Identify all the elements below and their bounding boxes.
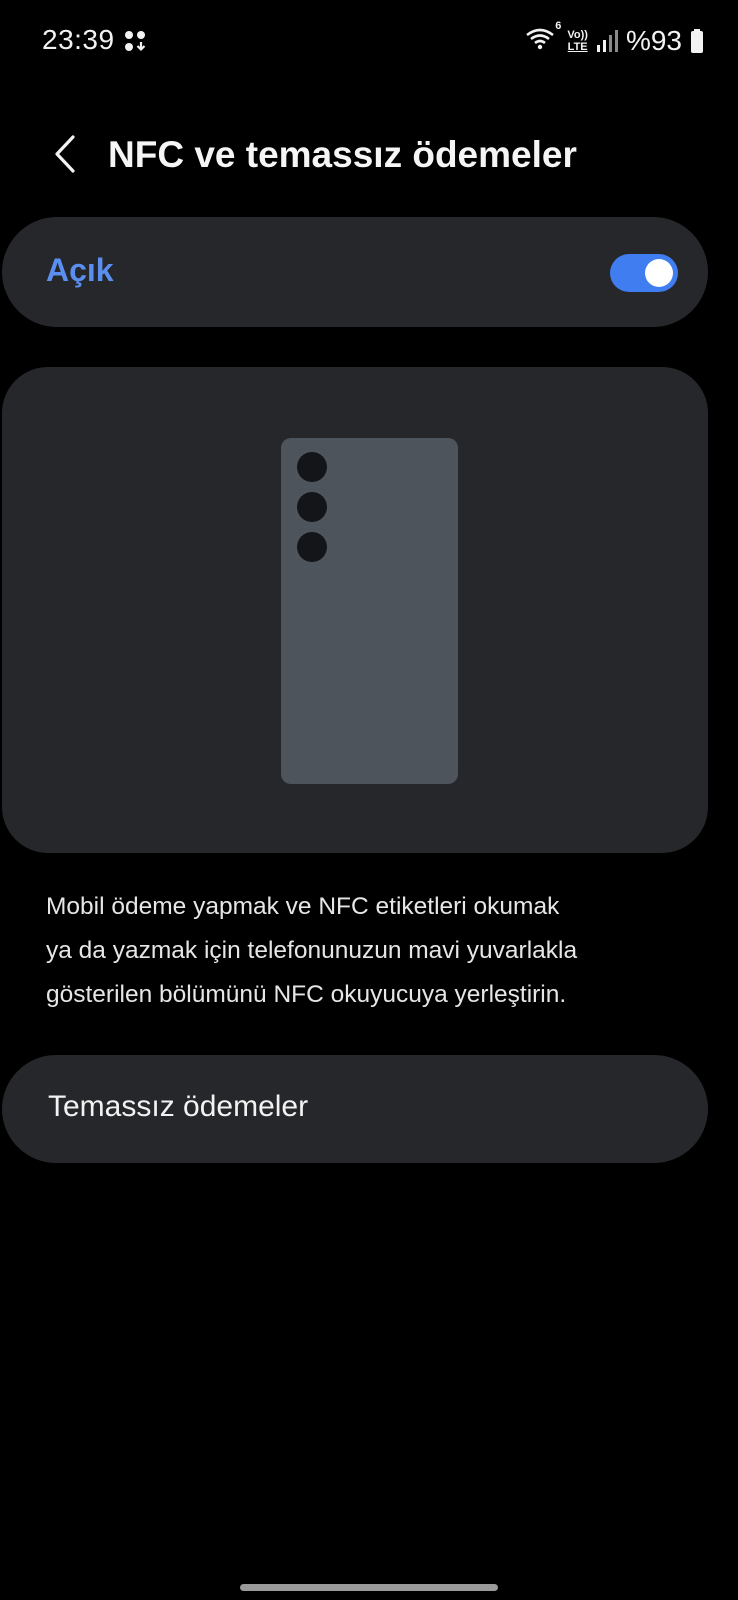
status-icons: 6 Vo)) LTE %93 — [525, 20, 704, 58]
camera-lens-icon — [297, 532, 327, 562]
camera-lens-icon — [297, 492, 327, 522]
nfc-toggle-row[interactable]: Açık — [2, 217, 708, 327]
phone-back-illustration — [281, 438, 458, 784]
header: NFC ve temassız ödemeler — [0, 124, 738, 188]
status-bar: 23:39 6 Vo)) LTE %93 — [0, 0, 738, 84]
volte-lte-icon: Vo)) LTE — [567, 29, 588, 53]
nfc-switch[interactable] — [610, 254, 678, 292]
nfc-illustration-card — [2, 367, 708, 853]
chevron-left-icon — [49, 133, 79, 180]
volte-label: Vo)) — [567, 29, 588, 41]
page-title: NFC ve temassız ödemeler — [108, 134, 577, 175]
toggle-label: Açık — [46, 252, 114, 288]
switch-knob — [645, 259, 673, 287]
notification-dots-icon — [124, 30, 148, 54]
contactless-payments-label: Temassız ödemeler — [48, 1090, 309, 1123]
wifi-icon: 6 — [525, 20, 561, 56]
battery-icon — [690, 28, 704, 54]
contactless-payments-row[interactable]: Temassız ödemeler — [2, 1055, 708, 1163]
signal-icon — [596, 28, 618, 54]
status-time: 23:39 — [42, 24, 115, 55]
wifi-badge: 6 — [555, 20, 562, 32]
back-button[interactable] — [38, 130, 90, 182]
camera-lens-icon — [297, 452, 327, 482]
battery-percentage: %93 — [625, 25, 682, 56]
lte-label: LTE — [567, 41, 588, 53]
home-indicator[interactable] — [240, 1584, 498, 1591]
nfc-description: Mobil ödeme yapmak ve NFC etiketleri oku… — [46, 893, 578, 1008]
